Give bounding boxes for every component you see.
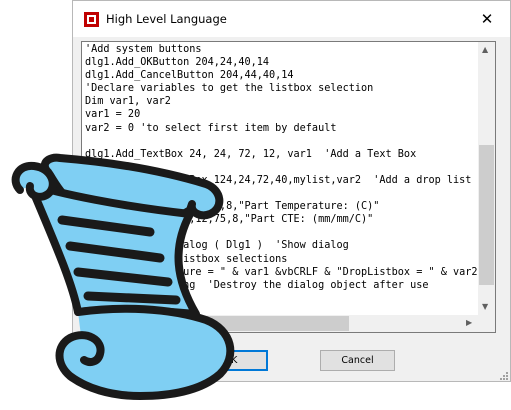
code-line: dlg1.Add_OKButton 204,24,40,14 xyxy=(85,57,270,69)
scroll-down-icon[interactable]: ▼ xyxy=(482,302,488,312)
code-line: 'Add system buttons xyxy=(85,44,202,55)
code-line: var1 = 20 xyxy=(85,109,141,121)
scroll-up-icon[interactable]: ▲ xyxy=(482,45,488,55)
cancel-button[interactable]: Cancel xyxy=(320,350,395,371)
code-line: Dim var1, var2 xyxy=(85,96,171,108)
scroll-right-icon[interactable]: ▶ xyxy=(466,318,472,328)
window-title: High Level Language xyxy=(106,12,227,26)
close-icon: ✕ xyxy=(480,10,494,28)
code-line: var2 = 0 'to select first item by defaul… xyxy=(85,122,337,134)
title-bar[interactable]: High Level Language ✕ xyxy=(73,1,510,37)
app-icon xyxy=(84,12,99,27)
code-line: dlg1.Add_CancelButton 204,44,40,14 xyxy=(85,70,294,82)
close-button[interactable]: ✕ xyxy=(473,6,501,32)
vertical-scroll-thumb[interactable] xyxy=(479,145,494,285)
vertical-scrollbar[interactable]: ▲ ▼ xyxy=(478,42,495,315)
code-line: 'Declare variables to get the listbox se… xyxy=(85,83,374,95)
resize-grip-icon[interactable] xyxy=(498,370,508,380)
script-scroll-icon xyxy=(11,153,235,400)
scrollbar-corner xyxy=(478,315,495,332)
